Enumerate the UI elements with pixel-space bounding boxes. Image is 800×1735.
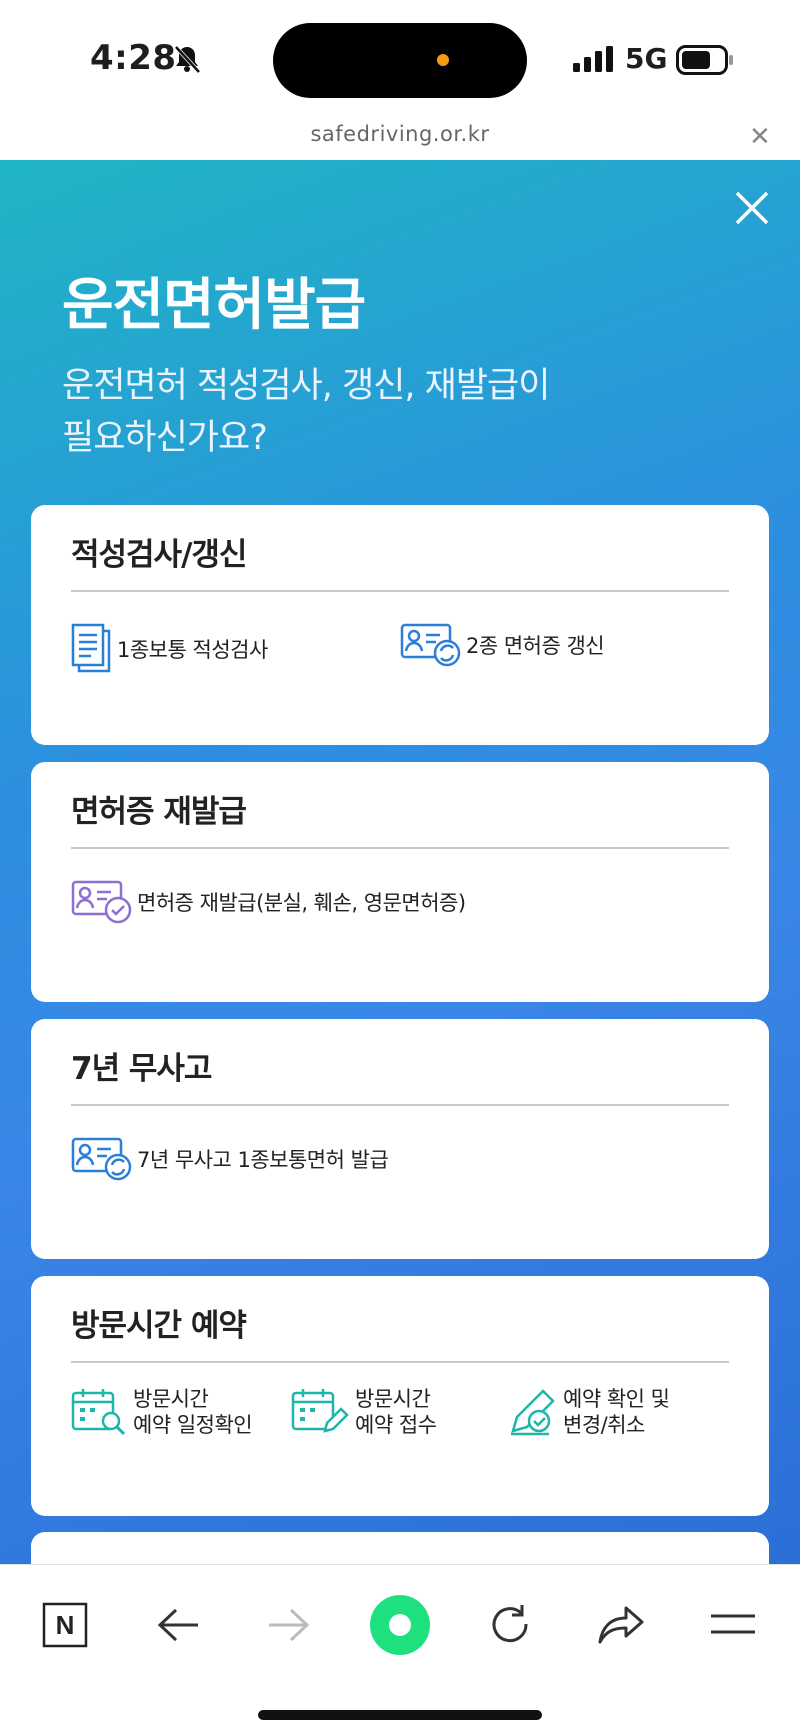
item-label-line-1: 예약 확인 및 <box>563 1387 670 1411</box>
document-icon <box>71 623 111 673</box>
menu-button[interactable] <box>698 1595 768 1655</box>
card-license-reissue: 면허증 재발급 면허증 재발급(분실, 훼손, 영문면허증) <box>31 762 769 1002</box>
license-renew-icon <box>71 1137 132 1181</box>
dynamic-island <box>273 23 527 98</box>
card-seven-years-accident-free: 7년 무사고 7년 무사고 1종보통면허 발급 <box>31 1019 769 1259</box>
item-label-line-2: 변경/취소 <box>563 1413 645 1437</box>
url-text[interactable]: safedriving.or.kr <box>0 122 800 146</box>
page-subtitle: 운전면허 적성검사, 갱신, 재발급이 필요하신가요? <box>62 360 662 464</box>
link-class2-renewal[interactable]: 2종 면허증 갱신 <box>400 623 605 667</box>
green-dot-button[interactable] <box>365 1595 435 1655</box>
item-label: 7년 무사고 1종보통면허 발급 <box>137 1148 389 1172</box>
address-bar[interactable]: safedriving.or.kr ✕ <box>0 118 800 160</box>
bell-slash-icon <box>174 45 201 74</box>
battery-icon <box>676 45 733 75</box>
home-indicator <box>258 1710 542 1720</box>
link-seven-years-license[interactable]: 7년 무사고 1종보통면허 발급 <box>71 1137 389 1181</box>
pencil-check-icon <box>511 1389 555 1436</box>
card-visit-reservation: 방문시간 예약 방문시간 예약 일정확인 방문시간 예약 접수 예약 확인 및 … <box>31 1276 769 1516</box>
card-title: 적성검사/갱신 <box>71 537 247 573</box>
item-label: 예약 확인 및 변경/취소 <box>563 1386 670 1438</box>
link-reservation-schedule[interactable]: 방문시간 예약 일정확인 <box>71 1386 253 1438</box>
calendar-search-icon <box>71 1389 126 1436</box>
item-label: 면허증 재발급(분실, 훼손, 영문면허증) <box>137 891 466 915</box>
card-title: 7년 무사고 <box>71 1051 212 1087</box>
subtitle-line-1: 운전면허 적성검사, 갱신, 재발급이 <box>62 366 550 406</box>
license-issuance-panel: 운전면허발급 운전면허 적성검사, 갱신, 재발급이 필요하신가요? 적성검사/… <box>0 160 800 1564</box>
item-label: 방문시간 예약 일정확인 <box>133 1386 253 1438</box>
divider <box>71 590 729 592</box>
item-label-line-1: 방문시간 <box>355 1387 431 1411</box>
item-label-line-2: 예약 일정확인 <box>133 1413 253 1437</box>
browser-toolbar: N <box>0 1564 800 1735</box>
link-reservation-submit[interactable]: 방문시간 예약 접수 <box>291 1386 437 1438</box>
share-arrow-icon <box>598 1606 644 1644</box>
divider <box>71 847 729 849</box>
subtitle-line-2: 필요하신가요? <box>62 418 268 458</box>
card-aptitude-renewal: 적성검사/갱신 1종보통 적성검사 2종 면허증 갱신 <box>31 505 769 745</box>
arrow-right-icon <box>269 1608 310 1642</box>
close-icon[interactable] <box>734 190 770 226</box>
license-renew-icon <box>400 623 461 667</box>
back-button[interactable] <box>143 1595 213 1655</box>
item-label: 2종 면허증 갱신 <box>466 634 605 658</box>
cellular-signal-icon <box>573 46 613 72</box>
forward-button[interactable] <box>254 1595 324 1655</box>
card-title: 면허증 재발급 <box>71 794 247 830</box>
license-check-icon <box>71 880 132 924</box>
link-reservation-change-cancel[interactable]: 예약 확인 및 변경/취소 <box>509 1386 670 1438</box>
status-bar: 4:28 5G <box>0 0 800 120</box>
item-label-line-1: 방문시간 <box>133 1387 209 1411</box>
green-dot-icon <box>370 1595 430 1655</box>
network-type: 5G <box>625 42 668 75</box>
menu-icon <box>711 1614 755 1634</box>
naver-n-icon: N <box>42 1602 88 1648</box>
share-button[interactable] <box>587 1595 657 1655</box>
clock: 4:28 <box>90 38 177 78</box>
calendar-write-icon <box>291 1389 349 1433</box>
item-label: 1종보통 적성검사 <box>117 638 268 662</box>
next-card-partial <box>31 1532 769 1564</box>
naver-n-label: N <box>56 1610 75 1640</box>
link-class1-aptitude-test[interactable]: 1종보통 적성검사 <box>71 623 268 675</box>
item-label: 방문시간 예약 접수 <box>355 1386 437 1438</box>
item-label-line-2: 예약 접수 <box>355 1413 437 1437</box>
divider <box>71 1104 729 1106</box>
card-title: 방문시간 예약 <box>71 1308 247 1344</box>
close-tab-icon[interactable]: ✕ <box>749 122 771 152</box>
naver-home-button[interactable]: N <box>30 1595 100 1655</box>
refresh-button[interactable] <box>476 1595 546 1655</box>
refresh-icon <box>492 1605 528 1643</box>
privacy-indicator-dot <box>437 54 449 66</box>
link-license-reissue[interactable]: 면허증 재발급(분실, 훼손, 영문면허증) <box>71 880 466 924</box>
divider <box>71 1361 729 1363</box>
page-title: 운전면허발급 <box>62 273 366 338</box>
arrow-left-icon <box>157 1608 198 1642</box>
